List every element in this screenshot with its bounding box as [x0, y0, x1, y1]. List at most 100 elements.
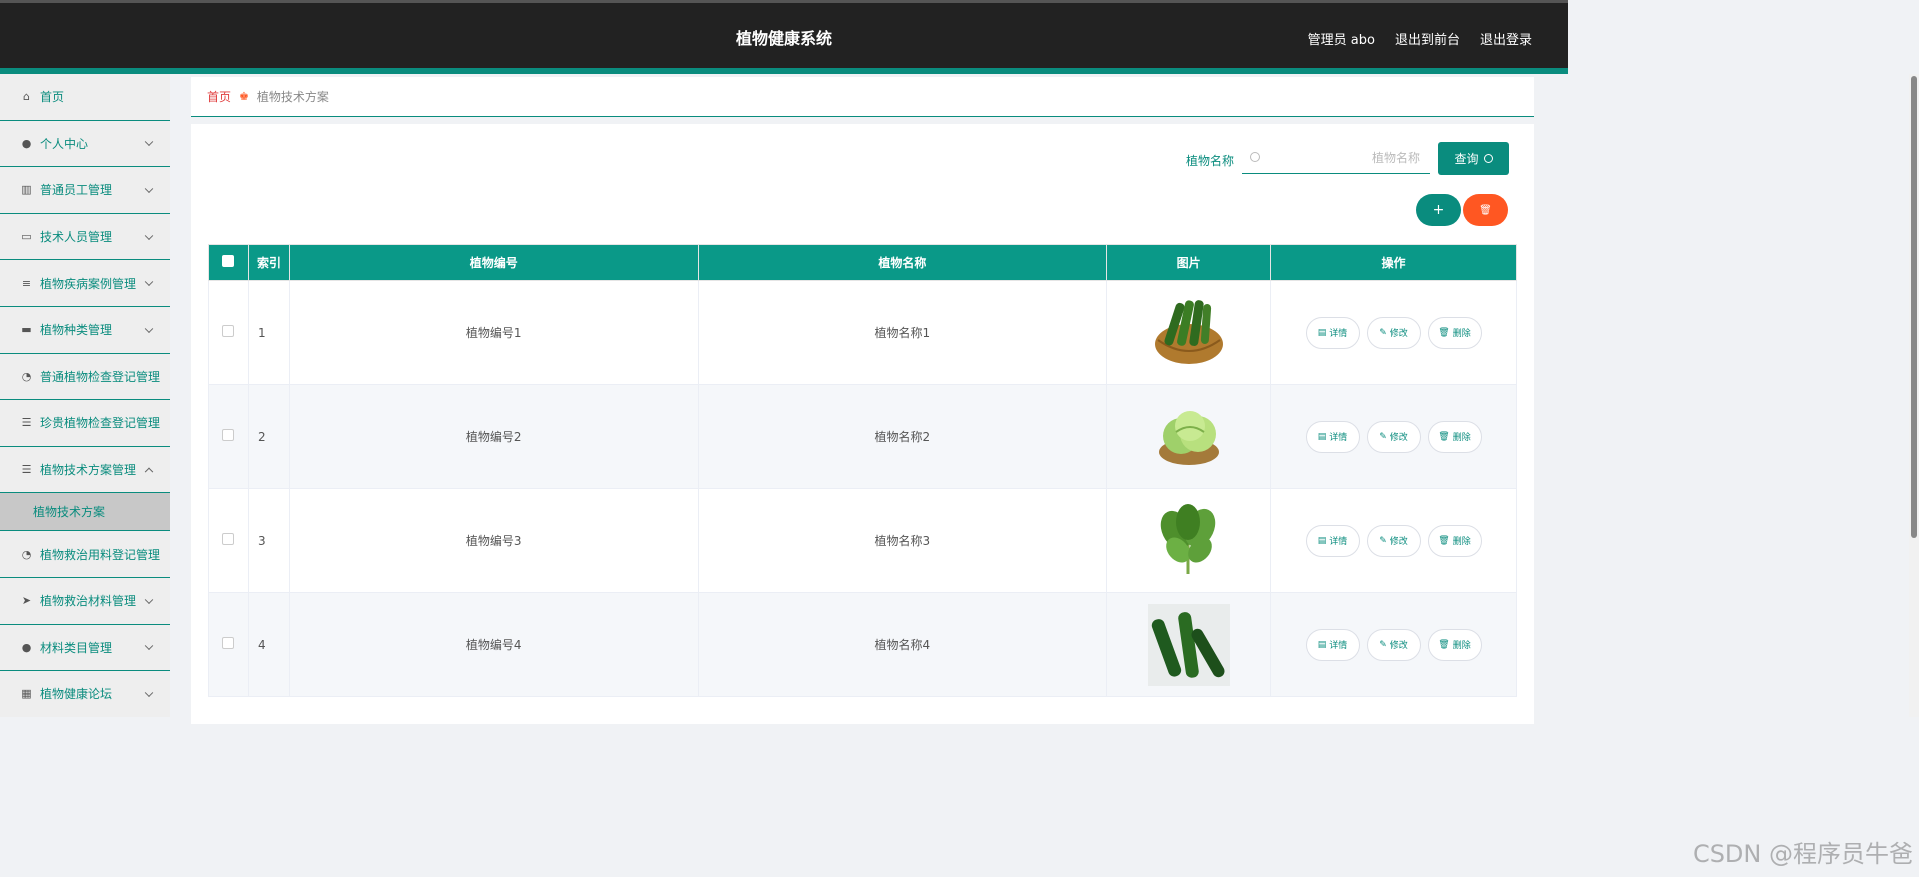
edit-button[interactable]: ✎ 修改	[1366, 420, 1421, 453]
sidebar-item-rare-check[interactable]: ☰ 珍贵植物检查登记管理	[0, 400, 170, 447]
sidebar-item-label: 珍贵植物检查登记管理	[40, 416, 161, 431]
chevron-up-icon	[144, 467, 154, 476]
exit-to-frontend-link[interactable]: 退出到前台	[1395, 29, 1460, 48]
delete-button-label: 删除	[1452, 537, 1471, 547]
row-actions: ▤ 详情 ✎ 修改 🗑 删除	[1270, 592, 1517, 697]
row-checkbox[interactable]	[222, 429, 235, 441]
edit-button[interactable]: ✎ 修改	[1366, 628, 1421, 661]
sidebar-item-home[interactable]: ⌂ 首页	[0, 74, 170, 121]
search-box	[1242, 143, 1430, 174]
sidebar-item-personal[interactable]: ● 个人中心	[0, 120, 170, 168]
search-icon	[1483, 154, 1493, 163]
detail-button-label: 详情	[1329, 433, 1348, 443]
edit-icon: ✎	[1379, 535, 1387, 546]
sidebar-item-normal-check[interactable]: ◔ 普通植物检查登记管理	[0, 353, 170, 401]
row-image	[1106, 592, 1272, 697]
delete-button[interactable]: 🗑 删除	[1427, 524, 1482, 557]
document-icon: ▤	[1317, 639, 1327, 650]
select-all-header	[208, 244, 249, 281]
table-row: 2 植物编号2 植物名称2 ▤ 详情 ✎ 修改 🗑 删除	[208, 384, 1517, 489]
delete-button[interactable]: 🗑 删除	[1427, 628, 1482, 661]
content-panel: 植物名称 查询 + 🗑 索引 植物编号 植物名称 图片 操作 1植物编号1植物	[191, 124, 1534, 724]
delete-button-label: 删除	[1452, 329, 1471, 339]
plant-image	[1147, 603, 1230, 686]
sidebar-item-technicians[interactable]: ▭ 技术人员管理	[0, 213, 170, 261]
delete-button[interactable]: 🗑 删除	[1427, 420, 1482, 453]
col-image: 图片	[1106, 244, 1272, 281]
logout-link[interactable]: 退出登录	[1480, 29, 1532, 48]
row-index: 3	[247, 488, 290, 593]
detail-button[interactable]: ▤ 详情	[1305, 420, 1360, 453]
row-image	[1106, 384, 1272, 489]
delete-button[interactable]: 🗑 删除	[1427, 316, 1482, 349]
row-select-cell	[208, 384, 249, 489]
sidebar-item-treatment-materials[interactable]: ➤ 植物救治材料管理	[0, 577, 170, 625]
chevron-down-icon	[144, 231, 154, 240]
sidebar-item-tech-plans[interactable]: ☰ 植物技术方案管理	[0, 446, 170, 494]
sidebar-item-forum[interactable]: ▦ 植物健康论坛	[0, 671, 170, 717]
edit-button-label: 修改	[1389, 433, 1408, 443]
scrollbar-thumb[interactable]	[1911, 76, 1917, 538]
row-checkbox[interactable]	[222, 325, 235, 337]
dashboard-icon: ◔	[21, 547, 32, 561]
sidebar-item-label: 普通植物检查登记管理	[40, 369, 161, 384]
row-name: 植物名称3	[697, 488, 1108, 593]
sidebar: ⌂ 首页 ● 个人中心 ▥ 普通员工管理 ▭ 技术人员管理 ≡ 植物疾病案例管理…	[0, 74, 170, 717]
breadcrumb-current: 植物技术方案	[256, 90, 329, 104]
sliders-icon: ≡	[21, 276, 32, 290]
table-row: 4 植物编号4 植物名称4 ▤ 详情 ✎ 修改 🗑 删除	[208, 592, 1517, 697]
detail-button[interactable]: ▤ 详情	[1305, 524, 1360, 557]
main-content: 首页 ♚ 植物技术方案 植物名称 查询 + 🗑 索引 植物编号 植物名称 图片 …	[191, 77, 1534, 724]
query-button-label: 查询	[1454, 152, 1479, 166]
delete-button-label: 删除	[1452, 433, 1471, 443]
plant-image	[1148, 299, 1230, 364]
sidebar-item-treatment-usage[interactable]: ◔ 植物救治用料登记管理	[0, 531, 170, 578]
trash-icon: 🗑	[1438, 431, 1450, 442]
row-checkbox[interactable]	[222, 533, 235, 545]
detail-button[interactable]: ▤ 详情	[1305, 316, 1360, 349]
home-icon: ⌂	[23, 90, 30, 104]
delete-button-label: 删除	[1452, 641, 1471, 651]
printer-icon: ▬	[21, 323, 32, 337]
chevron-down-icon	[144, 688, 154, 697]
document-icon: ▤	[1317, 535, 1327, 546]
page-scrollbar[interactable]	[1909, 74, 1919, 717]
batch-delete-button[interactable]: 🗑	[1463, 194, 1508, 226]
list-icon: ☰	[21, 416, 32, 430]
chevron-down-icon	[144, 595, 154, 604]
add-button[interactable]: +	[1416, 194, 1461, 226]
sidebar-item-label: 植物健康论坛	[40, 687, 113, 702]
document-icon: ▤	[1317, 431, 1327, 442]
search-icon	[1250, 152, 1260, 162]
table-row: 3 植物编号3 植物名称3 ▤ 详情 ✎ 修改 🗑 删除	[208, 488, 1517, 593]
sidebar-item-material-categories[interactable]: ● 材料类目管理	[0, 624, 170, 672]
chat-icon: ▭	[21, 230, 32, 244]
edit-button[interactable]: ✎ 修改	[1366, 316, 1421, 349]
sidebar-subitem-tech-plan[interactable]: 植物技术方案	[0, 493, 170, 532]
admin-user-link[interactable]: 管理员 abo	[1308, 29, 1375, 48]
edit-icon: ✎	[1379, 639, 1387, 650]
row-checkbox[interactable]	[222, 637, 235, 649]
search-input[interactable]	[1268, 147, 1420, 169]
top-header: 植物健康系统 管理员 abo 退出到前台 退出登录	[0, 0, 1568, 74]
sidebar-item-plant-types[interactable]: ▬ 植物种类管理	[0, 306, 170, 354]
sidebar-item-staff[interactable]: ▥ 普通员工管理	[0, 167, 170, 214]
edit-button[interactable]: ✎ 修改	[1366, 524, 1421, 557]
select-all-checkbox[interactable]	[222, 255, 235, 267]
query-button[interactable]: 查询	[1438, 142, 1509, 175]
row-name: 植物名称1	[697, 280, 1108, 385]
breadcrumb-home[interactable]: 首页	[207, 88, 231, 105]
row-code: 植物编号1	[288, 280, 699, 385]
sidebar-item-label: 植物技术方案管理	[40, 463, 137, 478]
chevron-down-icon	[144, 324, 154, 333]
user-icon: ●	[21, 640, 32, 654]
table-row: 1 植物编号1 植物名称1 ▤ 详情 ✎ 修改 🗑 删除	[208, 280, 1517, 385]
row-image	[1106, 488, 1272, 593]
edit-button-label: 修改	[1389, 329, 1408, 339]
plant-image	[1148, 503, 1230, 574]
sidebar-item-disease-cases[interactable]: ≡ 植物疾病案例管理	[0, 260, 170, 307]
document-icon: ▤	[1317, 327, 1327, 338]
detail-button[interactable]: ▤ 详情	[1305, 628, 1360, 661]
trash-icon: 🗑	[1438, 535, 1450, 546]
row-index: 2	[247, 384, 290, 489]
